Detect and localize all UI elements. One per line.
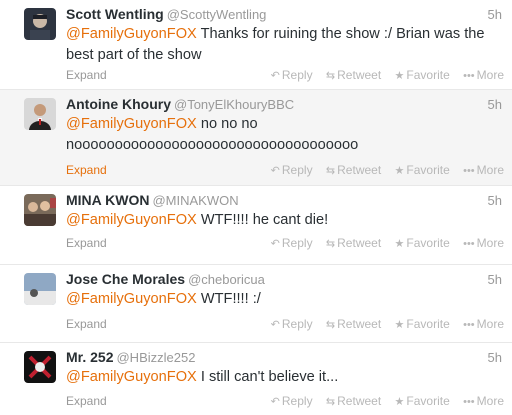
tweet-item[interactable]: MINA KWON @MINAKWON 5h @FamilyGuyonFOX WT… [0,186,512,265]
reply-arrow-icon: ↶ [270,238,280,250]
retweet-button[interactable]: ⇆ Retweet [326,236,381,250]
retweet-button[interactable]: ⇆ Retweet [326,394,381,408]
author-name[interactable]: Mr. 252 [66,349,113,365]
author-name[interactable]: MINA KWON [66,192,149,208]
tweet-text: @FamilyGuyonFOX I still can't believe it… [66,367,504,388]
more-button[interactable]: ••• More [463,236,504,250]
tweet-text: @FamilyGuyonFOX no no no noooooooooooooo… [66,114,504,156]
star-icon: ★ [394,319,405,331]
reply-button[interactable]: ↶ Reply [271,163,313,177]
favorite-button[interactable]: ★ Favorite [395,163,450,177]
tweet-item[interactable]: Scott Wentling @ScottyWentling 5h @Family… [0,0,512,90]
avatar[interactable] [24,194,56,226]
timestamp[interactable]: 5h [488,193,502,208]
reply-button[interactable]: ↶ Reply [271,317,313,331]
star-icon: ★ [394,165,405,177]
retweet-icon: ⇆ [325,319,336,331]
more-button[interactable]: ••• More [463,163,504,177]
author-handle[interactable]: @HBizzle252 [116,350,195,365]
reply-arrow-icon: ↶ [270,165,280,177]
ellipsis-icon: ••• [463,319,475,331]
tweet-actions: ↶ Reply ⇆ Retweet ★ Favorite ••• More [261,394,504,408]
author-handle[interactable]: @MINAKWON [152,193,238,208]
avatar[interactable] [24,351,56,383]
expand-link[interactable]: Expand [66,317,107,331]
retweet-icon: ⇆ [325,70,336,82]
reply-button[interactable]: ↶ Reply [271,68,313,82]
more-button[interactable]: ••• More [463,317,504,331]
mention-link[interactable]: @FamilyGuyonFOX [66,291,197,307]
ellipsis-icon: ••• [463,238,475,250]
timestamp[interactable]: 5h [488,272,502,287]
tweet-stream: Scott Wentling @ScottyWentling 5h @Family… [0,0,512,415]
tweet-body: WTF!!!! he cant die! [196,212,329,228]
tweet-text: @FamilyGuyonFOX Thanks for ruining the s… [66,24,504,66]
timestamp[interactable]: 5h [488,7,502,22]
star-icon: ★ [394,70,405,82]
expand-link[interactable]: Expand [66,163,107,177]
mention-link[interactable]: @FamilyGuyonFOX [66,212,197,228]
ellipsis-icon: ••• [463,396,475,408]
retweet-button[interactable]: ⇆ Retweet [326,317,381,331]
timestamp[interactable]: 5h [488,350,502,365]
retweet-icon: ⇆ [325,165,336,177]
retweet-button[interactable]: ⇆ Retweet [326,163,381,177]
reply-arrow-icon: ↶ [270,396,280,408]
author-name[interactable]: Jose Che Morales [66,271,185,287]
expand-link[interactable]: Expand [66,394,107,408]
expand-link[interactable]: Expand [66,68,107,82]
reply-arrow-icon: ↶ [270,319,280,331]
mention-link[interactable]: @FamilyGuyonFOX [66,116,197,132]
avatar[interactable] [24,273,56,305]
tweet-actions: ↶ Reply ⇆ Retweet ★ Favorite ••• More [261,68,504,82]
mention-link[interactable]: @FamilyGuyonFOX [66,26,197,42]
retweet-button[interactable]: ⇆ Retweet [326,68,381,82]
expand-link[interactable]: Expand [66,236,107,250]
author-handle[interactable]: @cheboricua [188,272,265,287]
favorite-button[interactable]: ★ Favorite [395,236,450,250]
author-handle[interactable]: @ScottyWentling [167,7,267,22]
reply-button[interactable]: ↶ Reply [271,236,313,250]
favorite-button[interactable]: ★ Favorite [395,317,450,331]
tweet-actions: ↶ Reply ⇆ Retweet ★ Favorite ••• More [261,317,504,331]
favorite-button[interactable]: ★ Favorite [395,394,450,408]
mention-link[interactable]: @FamilyGuyonFOX [66,369,197,385]
tweet-item[interactable]: Mr. 252 @HBizzle252 5h @FamilyGuyonFOX I … [0,343,512,415]
tweet-item[interactable]: Jose Che Morales @cheboricua 5h @FamilyGu… [0,265,512,343]
more-button[interactable]: ••• More [463,68,504,82]
reply-arrow-icon: ↶ [270,70,280,82]
star-icon: ★ [394,238,405,250]
avatar[interactable] [24,8,56,40]
ellipsis-icon: ••• [463,165,475,177]
ellipsis-icon: ••• [463,70,475,82]
author-name[interactable]: Scott Wentling [66,6,164,22]
tweet-text: @FamilyGuyonFOX WTF!!!! :/ [66,289,504,310]
author-name[interactable]: Antoine Khoury [66,96,171,112]
tweet-text: @FamilyGuyonFOX WTF!!!! he cant die! [66,210,504,231]
more-button[interactable]: ••• More [463,394,504,408]
retweet-icon: ⇆ [325,396,336,408]
tweet-body: I still can't believe it... [196,369,339,385]
avatar[interactable] [24,98,56,130]
tweet-actions: ↶ Reply ⇆ Retweet ★ Favorite ••• More [261,236,504,250]
retweet-icon: ⇆ [325,238,336,250]
tweet-item[interactable]: Antoine Khoury @TonyElKhouryBBC 5h @Famil… [0,90,512,186]
tweet-actions: ↶ Reply ⇆ Retweet ★ Favorite ••• More [261,163,504,177]
star-icon: ★ [394,396,405,408]
author-handle[interactable]: @TonyElKhouryBBC [174,97,294,112]
timestamp[interactable]: 5h [488,97,502,112]
reply-button[interactable]: ↶ Reply [271,394,313,408]
tweet-body: WTF!!!! :/ [196,291,261,307]
favorite-button[interactable]: ★ Favorite [395,68,450,82]
